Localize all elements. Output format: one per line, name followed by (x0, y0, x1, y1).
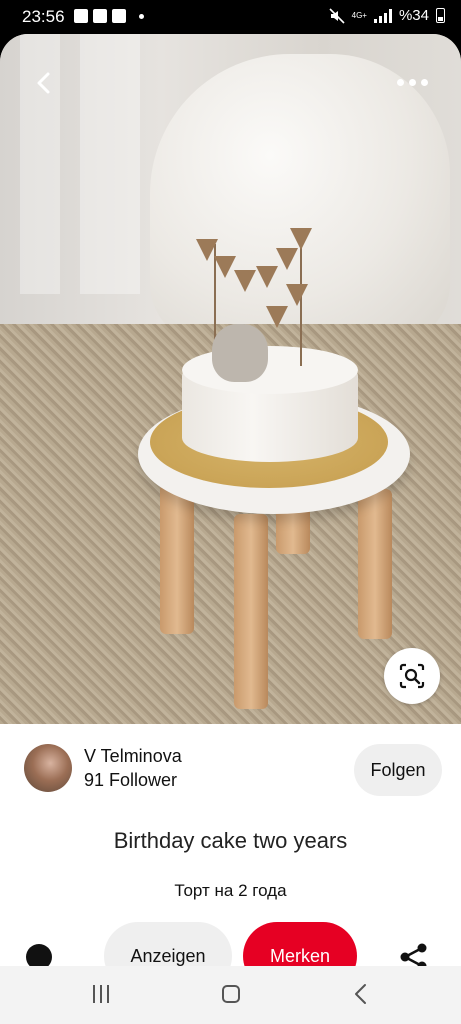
pin-description: Торт на 2 года (174, 881, 287, 900)
mute-icon (329, 7, 345, 24)
avatar[interactable] (24, 744, 72, 792)
nav-back-icon (355, 984, 366, 1004)
pin-title: Birthday cake two years (113, 828, 348, 853)
back-icon (37, 72, 50, 94)
gallery-notification-icon (74, 9, 88, 23)
signal-icon (373, 8, 392, 23)
nav-back-button[interactable] (350, 982, 372, 1006)
back-button[interactable] (28, 66, 62, 100)
pin-image[interactable] (0, 34, 461, 724)
more-options-button[interactable] (397, 72, 431, 92)
more-notifications-icon (139, 13, 144, 19)
status-time: 23:56 (22, 7, 65, 26)
box-notification-icon-2 (112, 9, 126, 23)
home-button[interactable] (222, 985, 240, 1003)
box-notification-icon (93, 9, 107, 23)
recent-apps-icon (93, 985, 95, 1003)
follow-button[interactable]: Folgen (354, 744, 442, 796)
battery-level: %34 (398, 7, 429, 24)
visual-search-icon (399, 663, 425, 689)
author-followers: 91 Follower (84, 770, 178, 790)
network-type: 4G+ (351, 10, 367, 20)
more-icon (397, 78, 404, 86)
author-name[interactable]: V Telminova (84, 746, 182, 767)
visual-search-button[interactable] (384, 648, 440, 704)
system-nav-bar (0, 966, 461, 1024)
notification-icons (74, 9, 144, 23)
recent-apps-button[interactable] (93, 985, 109, 1003)
battery-icon (436, 8, 445, 23)
status-indicators: 4G+ %34 (329, 7, 445, 24)
image-bear-figure (212, 324, 268, 382)
pin-details: V Telminova 91 Follower Folgen Birthday … (0, 724, 461, 990)
status-bar: 23:56 4G+ %34 (0, 0, 461, 34)
